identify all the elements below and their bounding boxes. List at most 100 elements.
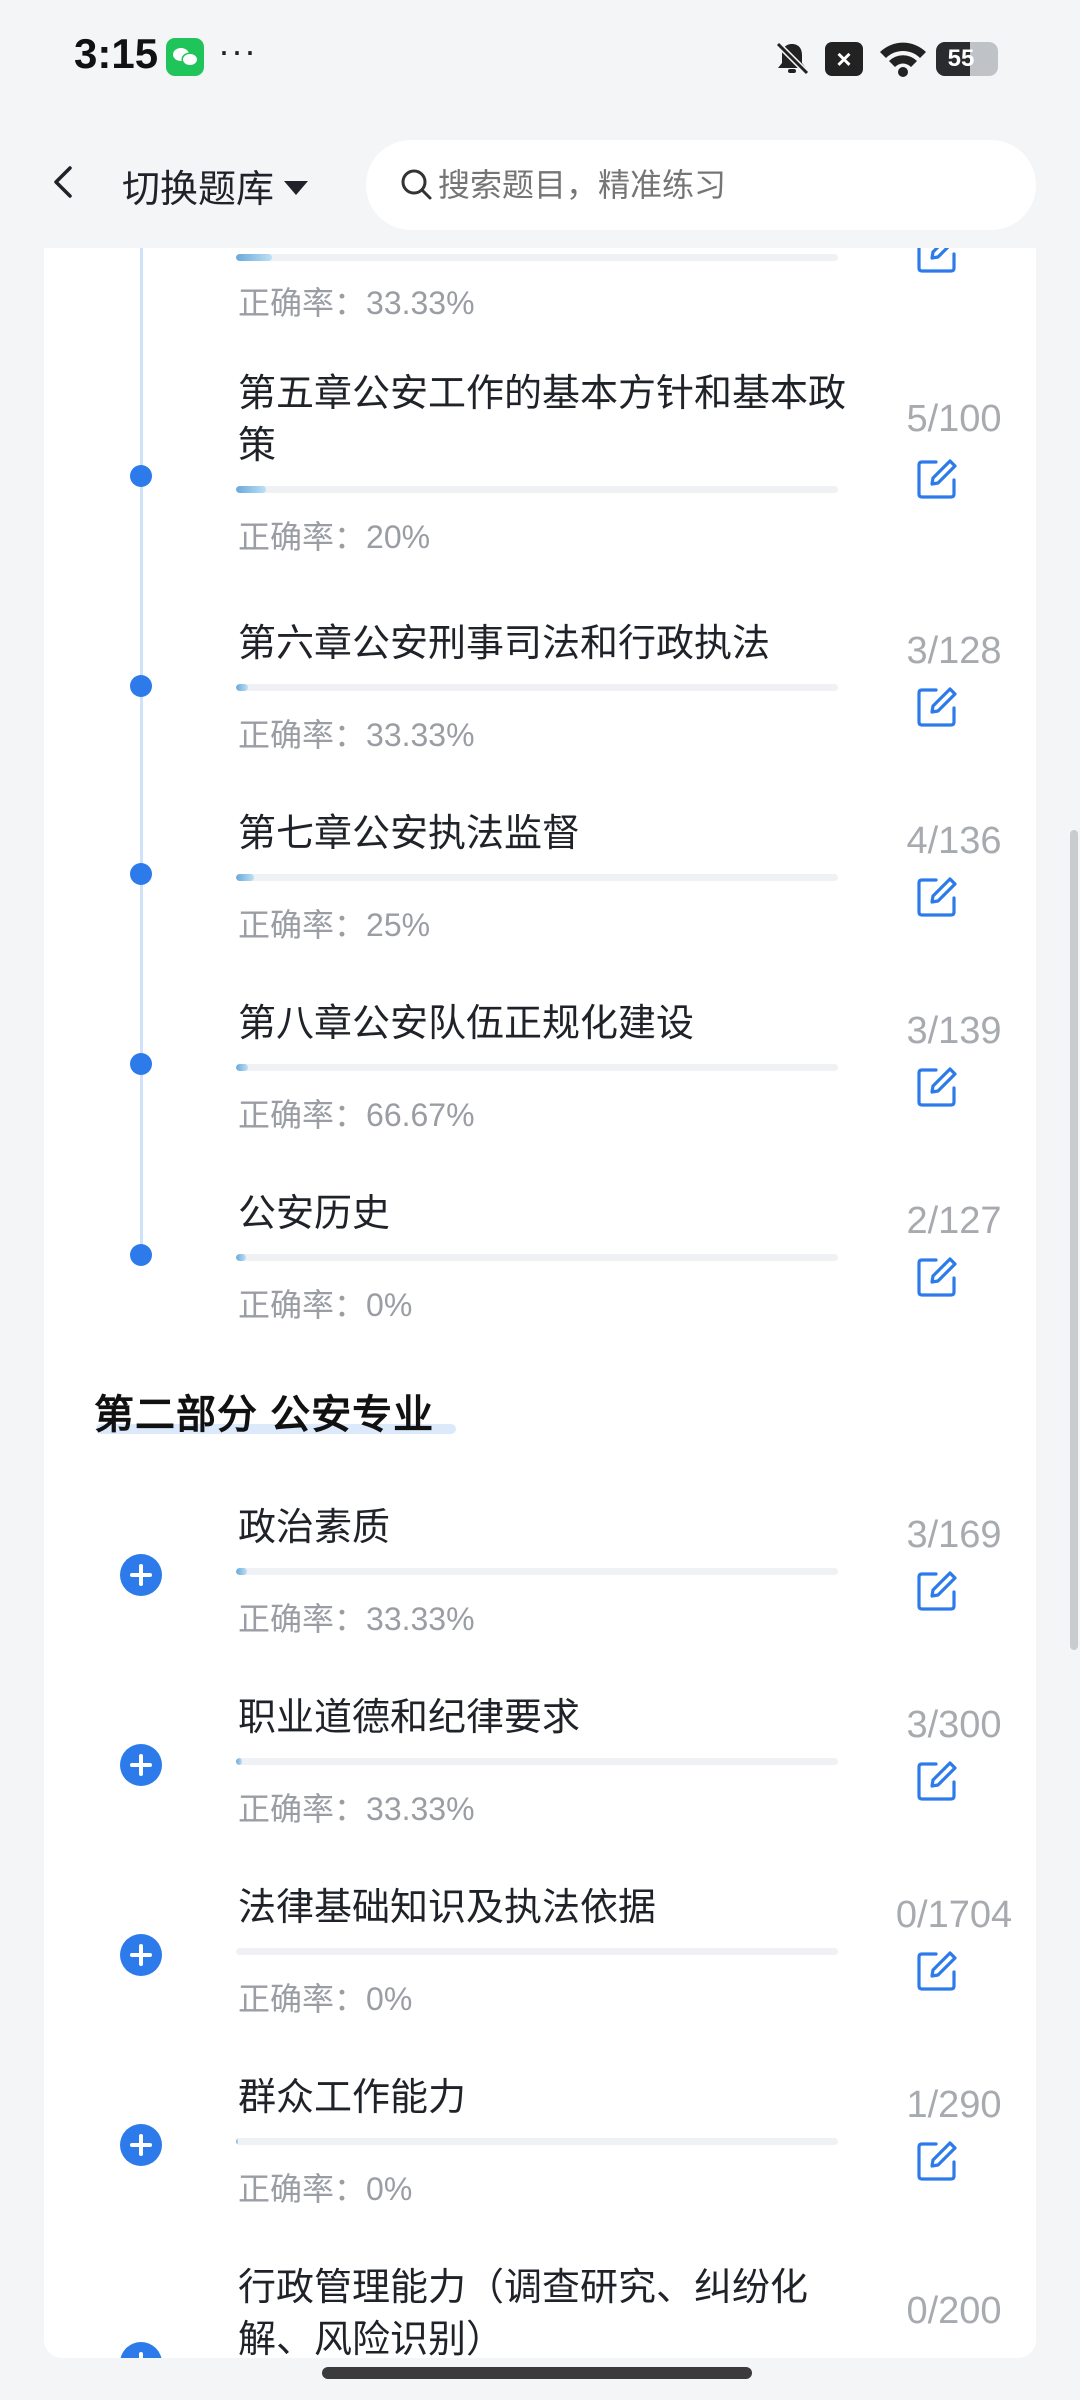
list-item[interactable]: 群众工作能力 1/290 正确率：0%: [44, 2072, 1036, 2222]
chapter-title: 群众工作能力: [238, 2077, 467, 2119]
more-notifications-icon: ···: [218, 30, 257, 71]
chapter-title: 第六章公安刑事司法和行政执法: [238, 623, 771, 665]
list-item[interactable]: 第六章公安刑事司法和行政执法 3/128 正确率：33.33%: [44, 618, 1036, 768]
search-input[interactable]: [438, 140, 998, 230]
accuracy-text: 正确率：33.33%: [238, 717, 475, 753]
chapter-title: 法律基础知识及执法依据: [238, 1887, 657, 1929]
status-bar: 3:15 ··· × 55: [0, 0, 1080, 118]
progress-count: 3/139: [906, 1010, 1002, 1052]
list-item[interactable]: 行政管理能力（调查研究、纠纷化解、风险识别） 0/200: [44, 2262, 1036, 2358]
progress-count: 0/1704: [895, 1894, 1013, 1936]
progress-count: 0/200: [906, 2290, 1002, 2332]
expand-plus-icon[interactable]: [120, 2124, 162, 2166]
accuracy-text: 正确率：0%: [238, 2171, 413, 2207]
progress-bar: [236, 1254, 838, 1261]
chapter-title: 政治素质: [238, 1507, 391, 1549]
top-bar: 切换题库: [0, 118, 1080, 248]
expand-plus-icon[interactable]: [120, 2342, 162, 2358]
home-indicator[interactable]: [322, 2367, 752, 2379]
progress-count: 3/300: [906, 1704, 1002, 1746]
accuracy-text: 正确率：20%: [238, 519, 431, 555]
edit-icon[interactable]: [914, 1948, 960, 1994]
chapter-title: 公安历史: [238, 1193, 391, 1235]
progress-bar: [236, 874, 838, 881]
accuracy-text: 正确率：0%: [238, 1287, 413, 1323]
progress-bar: [236, 254, 838, 261]
back-arrow-icon[interactable]: [44, 162, 84, 202]
progress-bar: [236, 1568, 838, 1575]
edit-icon[interactable]: [914, 1254, 960, 1300]
chapter-list-card: 正确率：33.33% 第五章公安工作的基本方针和基本政策 5/100 正确率：2…: [44, 248, 1036, 2358]
progress-bar: [236, 1948, 838, 1955]
wechat-notification-icon: [166, 38, 204, 76]
status-time: 3:15: [74, 30, 159, 77]
accuracy-text: 正确率：33.33%: [238, 1601, 475, 1637]
accuracy-text: 正确率：66.67%: [238, 1097, 475, 1133]
edit-icon[interactable]: [914, 874, 960, 920]
progress-count: 2/127: [906, 1200, 1002, 1242]
section-title: 第二部分 公安专业: [94, 1393, 435, 1437]
list-item[interactable]: 政治素质 3/169 正确率：33.33%: [44, 1502, 1036, 1652]
progress-bar: [236, 2138, 838, 2145]
chapter-title: 第五章公安工作的基本方针和基本政策: [238, 373, 847, 467]
accuracy-text: 正确率：25%: [238, 907, 431, 943]
timeline-dot: [130, 465, 152, 487]
wifi-icon: [880, 42, 926, 77]
battery-level: 55: [947, 45, 975, 72]
progress-count: 5/100: [906, 398, 1002, 440]
battery-icon: 55: [936, 42, 998, 76]
progress-fill: [236, 684, 249, 691]
edit-icon[interactable]: [914, 1758, 960, 1804]
edit-icon[interactable]: [914, 456, 960, 502]
progress-bar: [236, 1758, 838, 1765]
switch-question-bank-button[interactable]: 切换题库: [122, 158, 309, 213]
edit-icon[interactable]: [914, 2138, 960, 2184]
progress-bar: [236, 684, 838, 691]
scrollbar[interactable]: [1070, 830, 1078, 1650]
bell-off-icon: [775, 41, 810, 76]
list-item[interactable]: 职业道德和纪律要求 3/300 正确率：33.33%: [44, 1692, 1036, 1842]
accuracy-text: 正确率：33.33%: [238, 1791, 475, 1827]
search-icon: [401, 169, 432, 200]
timeline-dot: [130, 1244, 152, 1266]
list-item[interactable]: 公安历史 2/127 正确率：0%: [44, 1188, 1036, 1338]
timeline-dot: [130, 1053, 152, 1075]
list-item[interactable]: 第五章公安工作的基本方针和基本政策 5/100 正确率：20%: [44, 368, 1036, 568]
list-item[interactable]: 第七章公安执法监督 4/136 正确率：25%: [44, 808, 1036, 958]
edit-icon[interactable]: [914, 248, 960, 276]
timeline-dot: [130, 675, 152, 697]
progress-fill: [236, 486, 267, 493]
progress-fill: [236, 254, 273, 261]
edit-icon[interactable]: [914, 684, 960, 730]
progress-fill: [236, 1254, 246, 1261]
progress-fill: [236, 1758, 243, 1765]
progress-fill: [236, 874, 255, 881]
chapter-title: 第七章公安执法监督: [238, 813, 581, 855]
progress-fill: [236, 2138, 239, 2145]
expand-plus-icon[interactable]: [120, 1554, 162, 1596]
list-item[interactable]: 正确率：33.33%: [44, 248, 1036, 348]
edit-icon[interactable]: [914, 1064, 960, 1110]
chapter-title: 第八章公安队伍正规化建设: [238, 1003, 695, 1045]
timeline-dot: [130, 863, 152, 885]
accuracy-text: 正确率：0%: [238, 1981, 413, 2017]
progress-fill: [236, 1568, 247, 1575]
expand-plus-icon[interactable]: [120, 1744, 162, 1786]
progress-fill: [236, 1064, 249, 1071]
progress-count: 3/169: [906, 1514, 1002, 1556]
expand-plus-icon[interactable]: [120, 1934, 162, 1976]
chapter-title: 职业道德和纪律要求: [238, 1697, 581, 1739]
progress-count: 1/290: [906, 2084, 1002, 2126]
caret-down-icon: [284, 180, 309, 195]
list-item[interactable]: 第八章公安队伍正规化建设 3/139 正确率：66.67%: [44, 998, 1036, 1148]
progress-count: 4/136: [906, 820, 1002, 862]
close-box-icon: ×: [825, 42, 863, 76]
switch-question-bank-label: 切换题库: [122, 169, 275, 211]
edit-icon[interactable]: [914, 1568, 960, 1614]
progress-bar: [236, 1064, 838, 1071]
progress-count: 3/128: [906, 630, 1002, 672]
search-bar[interactable]: [366, 140, 1036, 230]
chapter-title: 行政管理能力（调查研究、纠纷化解、风险识别）: [238, 2267, 809, 2358]
list-item[interactable]: 法律基础知识及执法依据 0/1704 正确率：0%: [44, 1882, 1036, 2032]
progress-bar: [236, 486, 838, 493]
